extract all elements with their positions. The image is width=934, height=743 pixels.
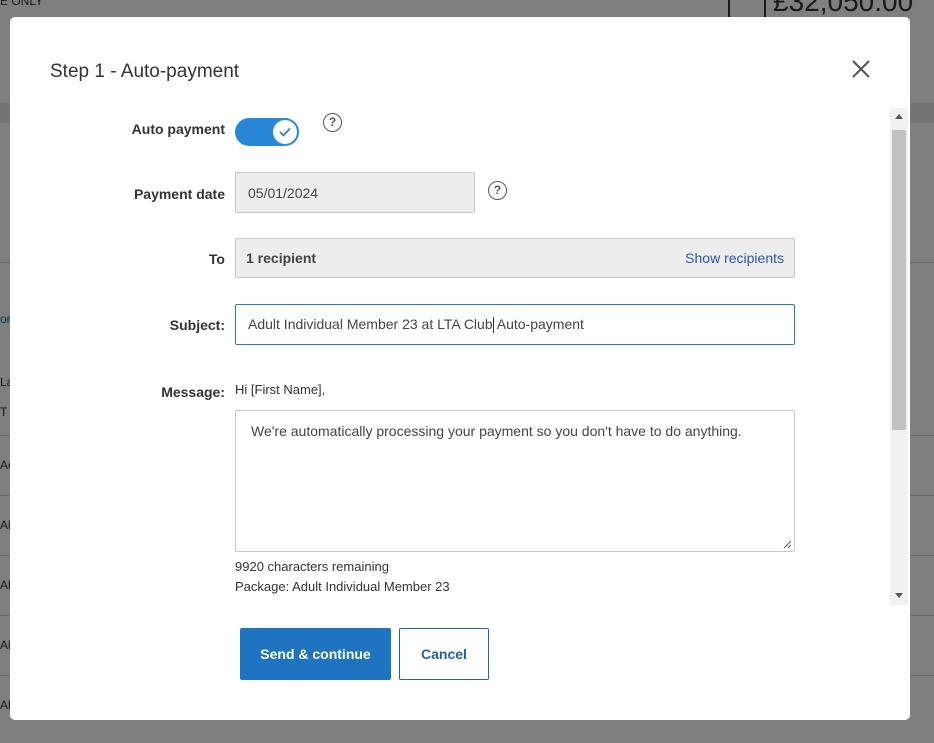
payment-date-value: 05/01/2024 [248, 184, 319, 201]
message-label: Message: [161, 384, 225, 400]
package-info: Package: Adult Individual Member 23 [235, 579, 450, 594]
auto-payment-help-icon[interactable]: ? [323, 113, 342, 132]
payment-date-label: Payment date [133, 186, 225, 202]
auto-payment-label: Auto payment [131, 121, 225, 137]
close-icon [852, 60, 870, 78]
check-icon [279, 127, 291, 137]
characters-remaining: 9920 characters remaining [235, 559, 389, 574]
message-greeting: Hi [First Name], [235, 382, 326, 397]
recipients-count: 1 recipient [246, 250, 317, 266]
scroll-up-icon [895, 114, 903, 119]
scroll-down-button[interactable] [890, 589, 908, 603]
message-textarea[interactable]: We're automatically processing your paym… [235, 410, 795, 552]
modal-scrollbar[interactable] [890, 108, 908, 605]
subject-text: Adult Individual Member 23 at LTA Club A… [248, 315, 584, 334]
payment-date-field: 05/01/2024 [235, 172, 475, 213]
subject-text-start: Adult Individual Member 23 at LTA Club [248, 315, 493, 332]
auto-payment-modal: Step 1 - Auto-payment Auto payment ? Pay… [10, 17, 910, 720]
toggle-knob [273, 120, 297, 144]
close-button[interactable] [850, 58, 872, 80]
scroll-thumb[interactable] [892, 130, 906, 430]
show-recipients-link[interactable]: Show recipients [685, 239, 784, 277]
subject-text-end: Auto-payment [493, 315, 584, 332]
resize-grip-icon[interactable] [783, 540, 792, 549]
message-body: We're automatically processing your paym… [251, 423, 742, 439]
recipients-field: 1 recipient Show recipients [235, 238, 795, 278]
modal-title: Step 1 - Auto-payment [50, 61, 240, 82]
to-label: To [208, 251, 225, 267]
subject-label: Subject: [169, 317, 225, 333]
payment-date-help-icon[interactable]: ? [488, 181, 507, 200]
cancel-button[interactable]: Cancel [399, 628, 489, 680]
scroll-down-icon [895, 593, 903, 598]
scroll-up-button[interactable] [890, 110, 908, 124]
auto-payment-toggle[interactable] [235, 118, 299, 146]
send-continue-button[interactable]: Send & continue [240, 628, 391, 680]
subject-input[interactable]: Adult Individual Member 23 at LTA Club A… [235, 304, 795, 345]
